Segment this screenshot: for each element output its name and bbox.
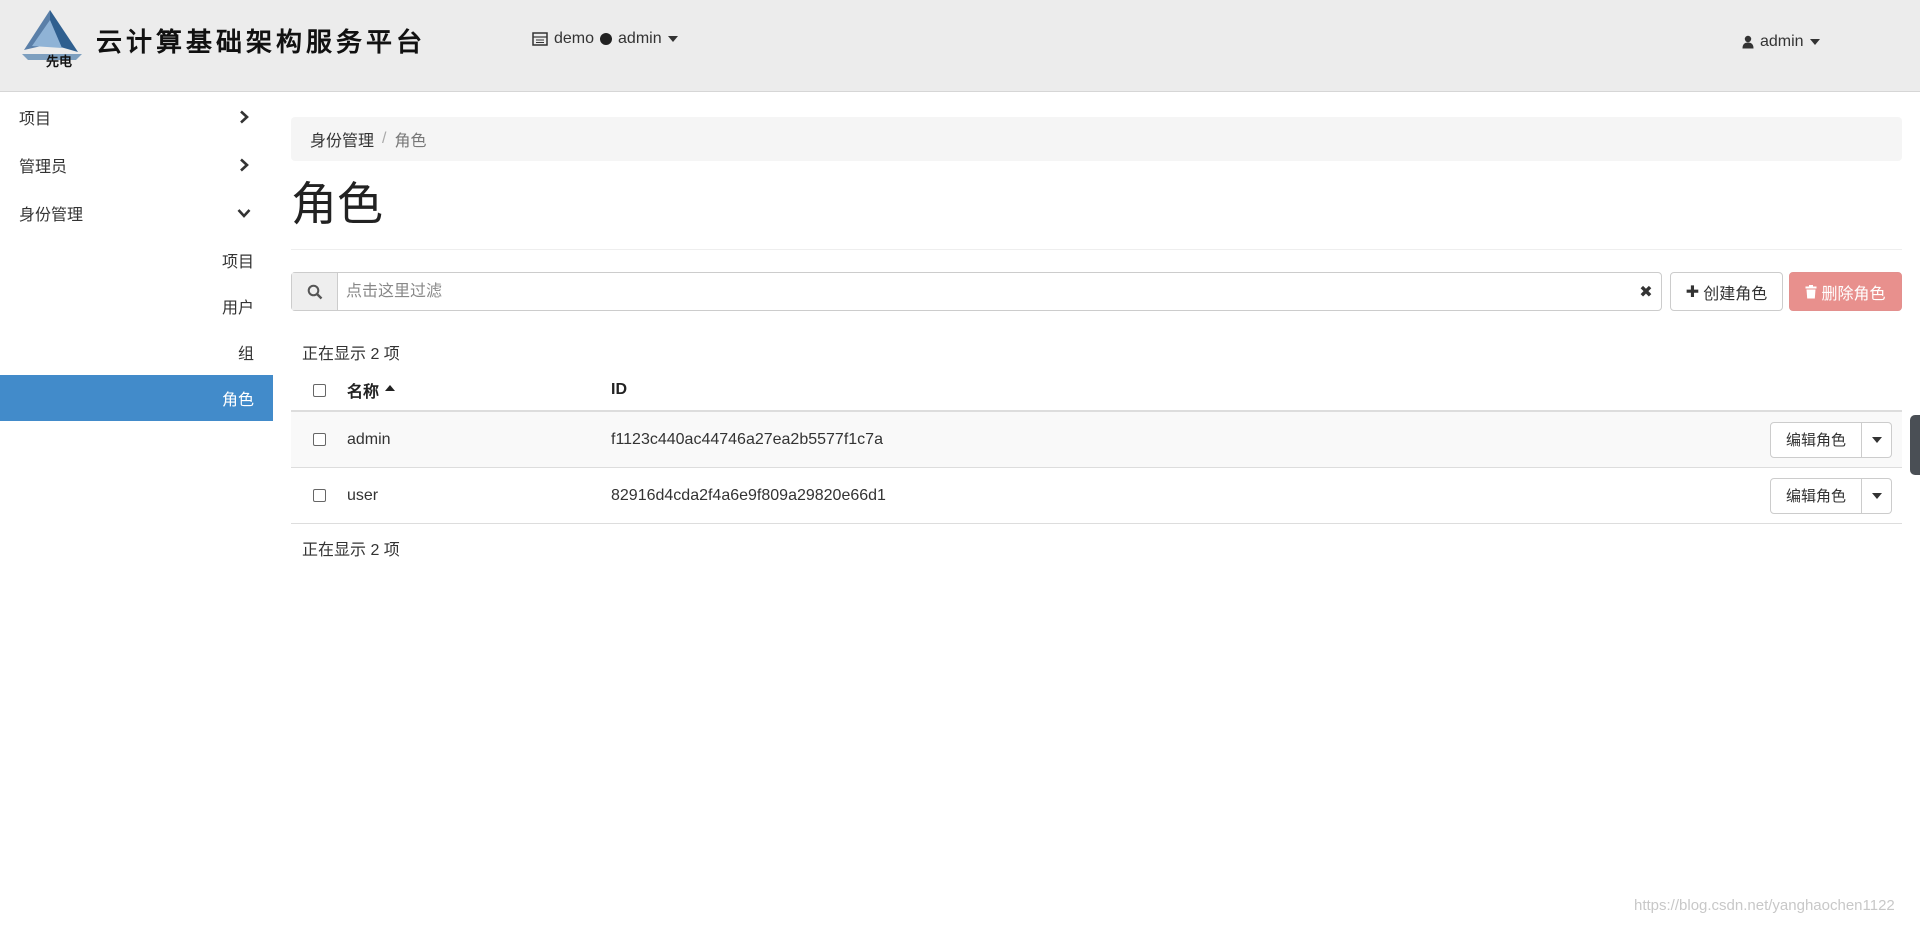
trash-icon xyxy=(1805,284,1817,298)
title-divider xyxy=(291,249,1902,250)
caret-down-icon xyxy=(1809,39,1820,45)
delete-roles-label: 删除角色 xyxy=(1821,285,1886,303)
row-actions: 编辑角色 xyxy=(1770,421,1892,458)
row-checkbox[interactable] xyxy=(312,489,326,502)
create-role-button[interactable]: ✚ 创建角色 xyxy=(1670,272,1783,311)
caret-down-icon xyxy=(1871,492,1882,499)
sidebar-subitem-users[interactable]: 用户 xyxy=(0,283,273,329)
project-switcher-dropdown[interactable]: demo admin xyxy=(532,30,678,48)
brand-logo[interactable]: 先电 xyxy=(18,6,88,70)
row-actions: 编辑角色 xyxy=(1770,477,1892,514)
item-count-bottom: 正在显示 2 项 xyxy=(302,542,400,559)
sidebar-subitem-roles[interactable]: 角色 xyxy=(0,375,273,421)
current-project: demo xyxy=(554,30,595,47)
column-header-id[interactable]: ID xyxy=(611,381,1772,399)
breadcrumb-separator: / xyxy=(382,130,387,147)
table-header: 名称 ID xyxy=(291,370,1902,412)
edit-role-button[interactable]: 编辑角色 xyxy=(1770,477,1862,514)
breadcrumb-identity-link[interactable]: 身份管理 xyxy=(310,127,374,151)
top-navbar: 先电 云计算基础架构服务平台 demo admin admin xyxy=(0,0,1920,92)
row-checkbox[interactable] xyxy=(312,433,326,446)
role-name: user xyxy=(347,486,379,504)
sidebar-item-admin[interactable]: 管理员 xyxy=(0,141,273,189)
breadcrumb: 身份管理 / 角色 xyxy=(291,117,1902,161)
delete-roles-button[interactable]: 删除角色 xyxy=(1789,272,1902,311)
scroll-handle[interactable] xyxy=(1910,415,1920,475)
sidebar: 项目 管理员 身份管理 项目 用户 组 角色 xyxy=(0,93,273,421)
sort-ascending-icon xyxy=(385,385,396,391)
table-row: user 82916d4cda2f4a6e9f809a29820e66d1 编辑… xyxy=(291,468,1902,524)
plus-icon: ✚ xyxy=(1685,283,1700,301)
filter-input[interactable] xyxy=(338,273,1631,310)
item-count-top: 正在显示 2 项 xyxy=(302,346,400,363)
search-icon xyxy=(307,284,322,299)
brand-title: 云计算基础架构服务平台 xyxy=(96,28,427,58)
role-name: admin xyxy=(347,430,391,448)
sidebar-item-label: 身份管理 xyxy=(19,207,84,224)
server-list-icon xyxy=(532,32,548,46)
sidebar-item-project[interactable]: 项目 xyxy=(0,93,273,141)
filter-group: ✖ xyxy=(291,272,1662,311)
row-actions-toggle[interactable] xyxy=(1862,421,1892,458)
sidebar-item-label: 管理员 xyxy=(19,159,68,176)
svg-text:先电: 先电 xyxy=(46,54,72,68)
caret-down-icon xyxy=(667,36,678,42)
sidebar-subitem-groups[interactable]: 组 xyxy=(0,329,273,375)
role-id: f1123c440ac44746a27ea2b5577f1c7a xyxy=(611,430,883,448)
roles-table: 名称 ID admin f1123c440ac44746a27ea2b5577f… xyxy=(291,370,1902,524)
select-all-checkbox[interactable] xyxy=(312,383,326,397)
user-menu-dropdown[interactable]: admin xyxy=(1742,33,1820,51)
user-menu-label: admin xyxy=(1760,33,1804,50)
user-icon xyxy=(1742,35,1754,49)
edit-role-button[interactable]: 编辑角色 xyxy=(1770,421,1862,458)
chevron-down-icon xyxy=(237,209,251,218)
current-domain-user: admin xyxy=(618,30,662,47)
sidebar-item-label: 项目 xyxy=(19,111,52,128)
page-title: 角色 xyxy=(291,178,383,230)
search-addon xyxy=(292,273,338,310)
row-actions-toggle[interactable] xyxy=(1862,477,1892,514)
caret-down-icon xyxy=(1871,436,1882,443)
chevron-right-icon xyxy=(240,110,249,124)
create-role-label: 创建角色 xyxy=(1703,285,1768,303)
column-header-name[interactable]: 名称 xyxy=(347,378,611,402)
watermark: https://blog.csdn.net/yanghaochen1122 xyxy=(1634,897,1895,914)
sidebar-item-identity[interactable]: 身份管理 xyxy=(0,189,273,237)
clear-filter-icon[interactable]: ✖ xyxy=(1631,273,1661,310)
chevron-right-icon xyxy=(240,158,249,172)
role-id: 82916d4cda2f4a6e9f809a29820e66d1 xyxy=(611,486,886,504)
separator-dot-icon xyxy=(600,33,613,45)
sidebar-subitem-projects[interactable]: 项目 xyxy=(0,237,273,283)
table-row: admin f1123c440ac44746a27ea2b5577f1c7a 编… xyxy=(291,412,1902,468)
breadcrumb-current: 角色 xyxy=(394,133,427,150)
